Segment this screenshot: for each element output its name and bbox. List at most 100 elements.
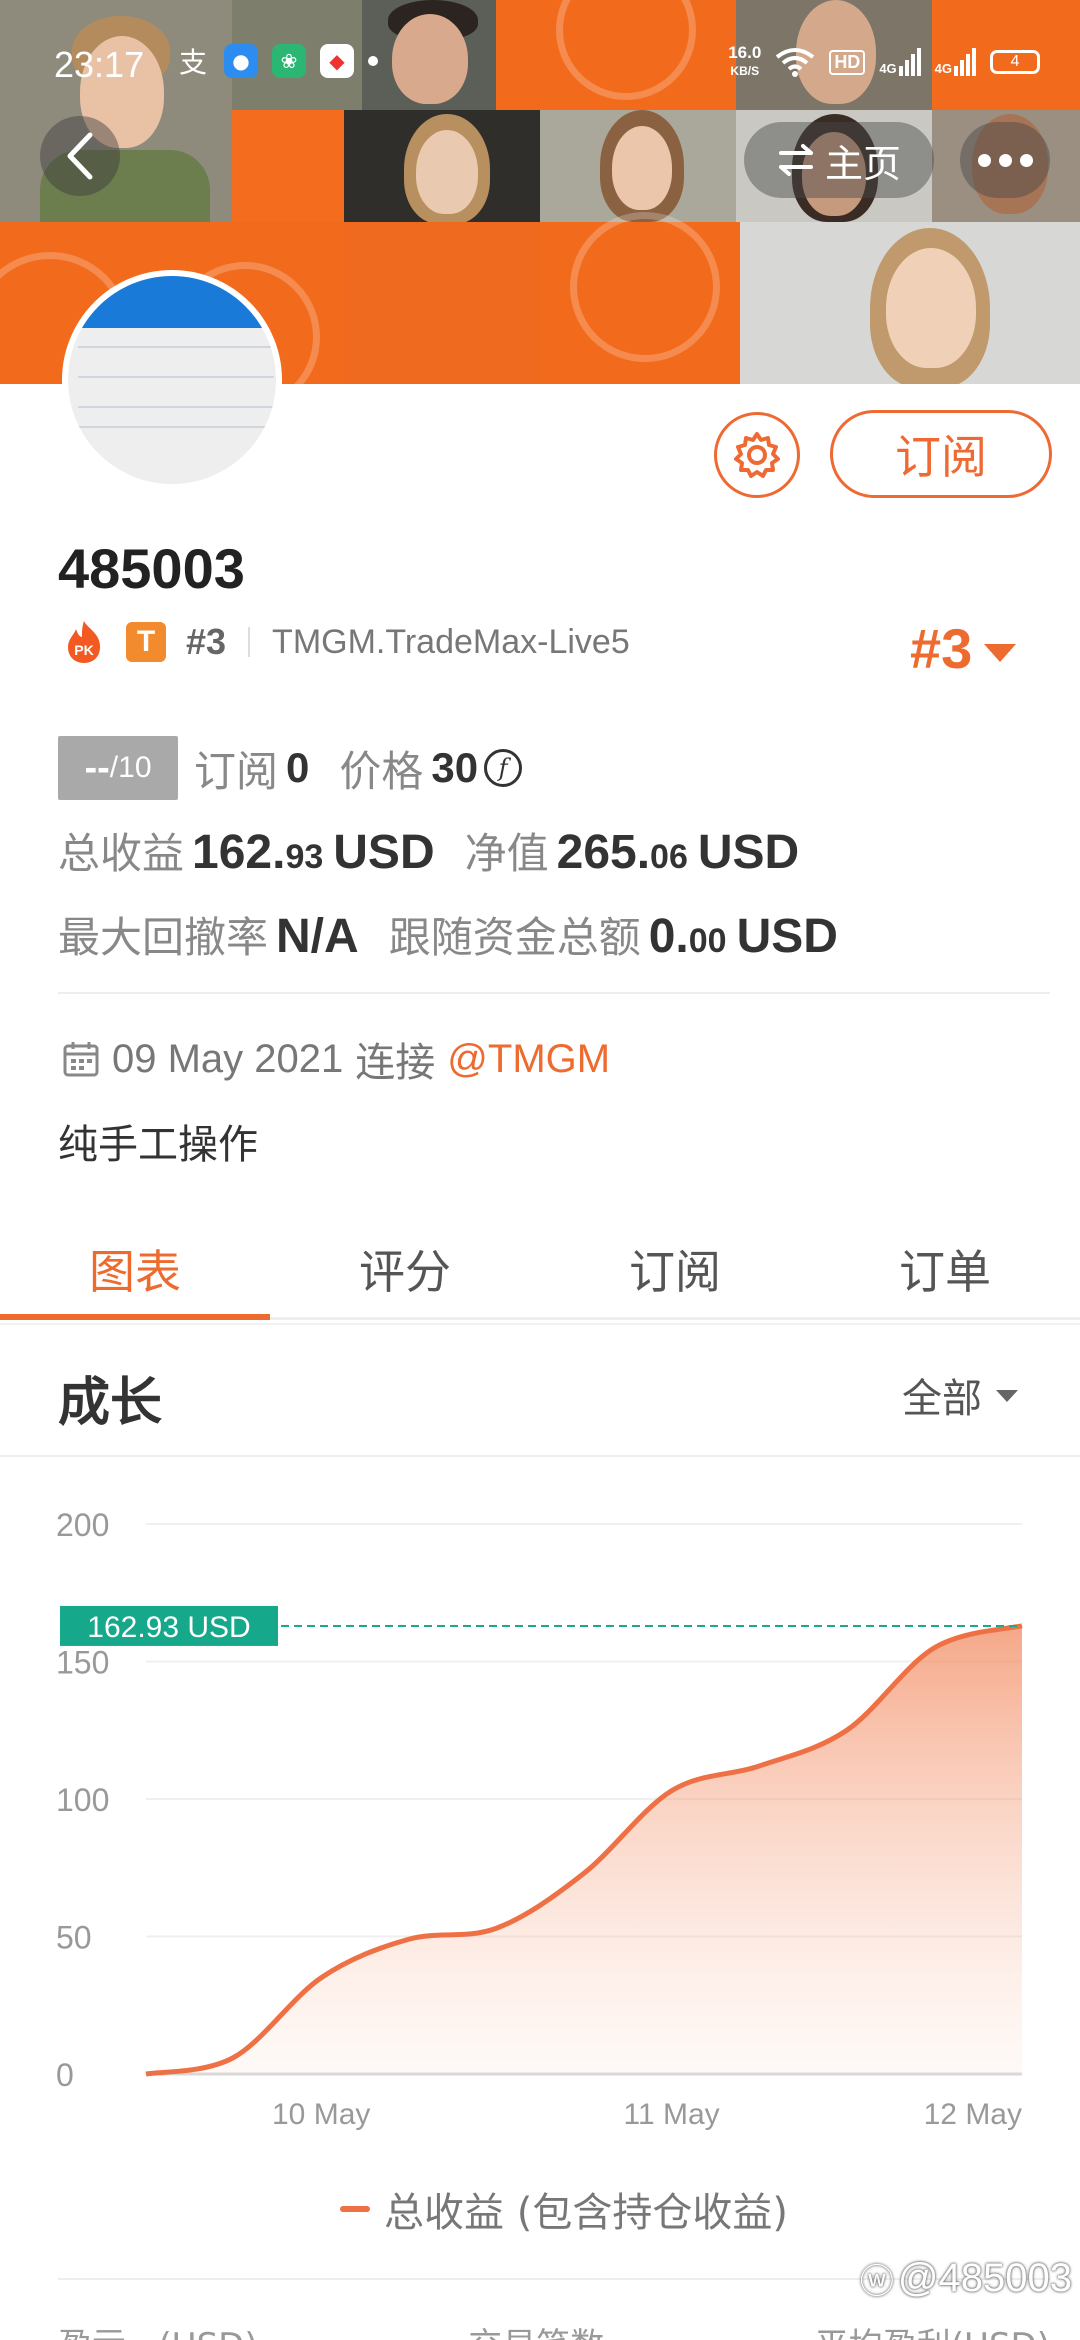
gear-icon (734, 432, 780, 478)
legend-label: 总收益 (包含持仓收益) (384, 2190, 788, 2236)
price-value: 30 (431, 744, 479, 791)
green-app-icon: ❀ (272, 44, 306, 78)
x-tick-label: 12 May (924, 2098, 1022, 2131)
chart-legend: 总收益 (包含持仓收益) (340, 2180, 788, 2238)
t-badge: T (126, 622, 166, 662)
score-max: /10 (109, 751, 152, 784)
divider (0, 1323, 1080, 1325)
y-tick-label: 100 (56, 1782, 109, 1818)
app-notification-icon: ● (224, 44, 258, 78)
price-label: 价格 (339, 746, 424, 796)
avatar-row (78, 406, 274, 408)
status-time: 23:17 (54, 44, 145, 85)
score-box: --/10 (58, 736, 178, 800)
home-label: 主页 (824, 141, 901, 186)
current-value-label: 162.93 USD (87, 1611, 250, 1644)
pk-badge-text: PK (74, 642, 93, 658)
status-bar: 23:17 支 ● ❀ ◆ 16.0 KB/S HD 4G 4G 4 (0, 30, 1080, 100)
tab-rating[interactable]: 评分 (270, 1220, 540, 1317)
avatar-row (78, 376, 274, 378)
equity-value: 265.06 (556, 826, 688, 879)
legend-swatch (340, 2206, 370, 2212)
connect-label: 连接 (355, 1040, 436, 1086)
max-drawdown-label: 最大回撤率 (58, 913, 269, 962)
stats-line-3: 最大回撤率 N/A 跟随资金总额 0.00 USD (58, 904, 838, 965)
watermark-text: @485003 (897, 2256, 1072, 2300)
tab-chart[interactable]: 图表 (0, 1220, 270, 1320)
total-profit-unit: USD (333, 826, 435, 879)
equity-label: 净值 (464, 829, 549, 878)
y-tick-label: 200 (56, 1507, 109, 1543)
subscribe-button[interactable]: 订阅 (830, 410, 1052, 498)
triangle-down-icon (984, 643, 1017, 662)
summary-col-2: 交易笔数 (468, 2318, 604, 2340)
divider (0, 1455, 1080, 1457)
signal-2-icon: 4G (935, 48, 976, 76)
weibo-icon: ⓦ (859, 2263, 894, 2301)
back-button[interactable] (40, 116, 120, 196)
battery-icon: 4 (990, 50, 1040, 74)
watermark: ⓦ @485003 (860, 2254, 1072, 2303)
rank-dropdown[interactable]: #3 (910, 616, 1017, 681)
signal-1-icon: 4G (879, 48, 921, 76)
alipay-icon: 支 (178, 46, 207, 79)
tab-bar: 图表 评分 订阅 订单 (0, 1220, 1080, 1320)
more-dot (977, 153, 991, 167)
separator (248, 627, 251, 657)
follow-funds-label: 跟随资金总额 (388, 913, 641, 962)
x-tick-label: 11 May (624, 2098, 720, 2131)
banner-photo-5 (344, 110, 540, 222)
y-tick-label: 50 (56, 1920, 92, 1956)
rank-big-label: #3 (910, 617, 973, 680)
subscribers-value: 0 (286, 744, 310, 791)
calendar-icon (63, 1042, 99, 1077)
x-tick-label: 10 May (272, 2098, 370, 2131)
network-speed: 16.0 KB/S (728, 43, 762, 79)
chevron-left-icon (67, 132, 93, 180)
coin-icon: f (484, 749, 523, 787)
score-value: -- (84, 746, 110, 789)
banner-pattern-5 (540, 212, 740, 384)
summary-col-3: 平均盈利(USD) (815, 2318, 1050, 2340)
y-tick-label: 0 (56, 2057, 74, 2093)
home-button[interactable]: 主页 (744, 122, 934, 198)
server-name: TMGM.TradeMax-Live5 (272, 622, 630, 661)
hd-icon: HD (829, 49, 866, 75)
more-dot (998, 153, 1012, 167)
summary-col-1: 盈亏...(USD) (58, 2318, 258, 2340)
settings-button[interactable] (714, 412, 800, 498)
avatar-row (78, 346, 274, 348)
tab-orders[interactable]: 订单 (810, 1220, 1080, 1317)
pk-flame-icon: PK (62, 619, 106, 665)
badge-row: PK T #3 TMGM.TradeMax-Live5 (62, 618, 630, 666)
more-button[interactable] (960, 122, 1050, 198)
avatar-row (78, 426, 274, 428)
avatar[interactable] (62, 270, 282, 490)
stats-line-1: --/10 订阅 0 价格 30 f (58, 736, 523, 800)
filter-label: 全部 (902, 1376, 982, 1422)
rank-small: #3 (186, 621, 227, 662)
tab-subscription[interactable]: 订阅 (540, 1220, 810, 1317)
broker-link[interactable]: @TMGM (447, 1037, 610, 1082)
avatar-header-bar (68, 276, 276, 328)
section-title: 成长 (58, 1373, 163, 1433)
more-dot (1019, 153, 1033, 167)
account-id: 485003 (58, 537, 245, 600)
dot-icon (368, 56, 378, 66)
swap-arrows-icon (778, 144, 813, 176)
growth-chart: 0 50 100 150 200 10 May 11 May 12 May 162.93 US… (56, 1507, 1023, 2131)
max-drawdown-value: N/A (276, 910, 359, 963)
connect-date: 09 May 2021 (112, 1036, 344, 1081)
banner-photo-9 (740, 222, 1080, 384)
range-filter-dropdown[interactable]: 全部 (902, 1366, 1018, 1424)
follow-funds-unit: USD (736, 910, 838, 963)
connection-info: 09 May 2021 连接 @TMGM (62, 1030, 610, 1088)
stats-line-2: 总收益 162.93 USD 净值 265.06 USD (58, 820, 799, 881)
wifi-icon (776, 48, 815, 77)
y-tick-label: 150 (56, 1645, 109, 1681)
total-profit-value: 162.93 (192, 826, 324, 879)
triangle-down-icon (996, 1390, 1018, 1402)
summary-header-row: 盈亏...(USD) 交易笔数 平均盈利(USD) (58, 2318, 1050, 2340)
banner-photo-6 (540, 110, 736, 222)
subscribers-label: 订阅 (194, 746, 279, 796)
